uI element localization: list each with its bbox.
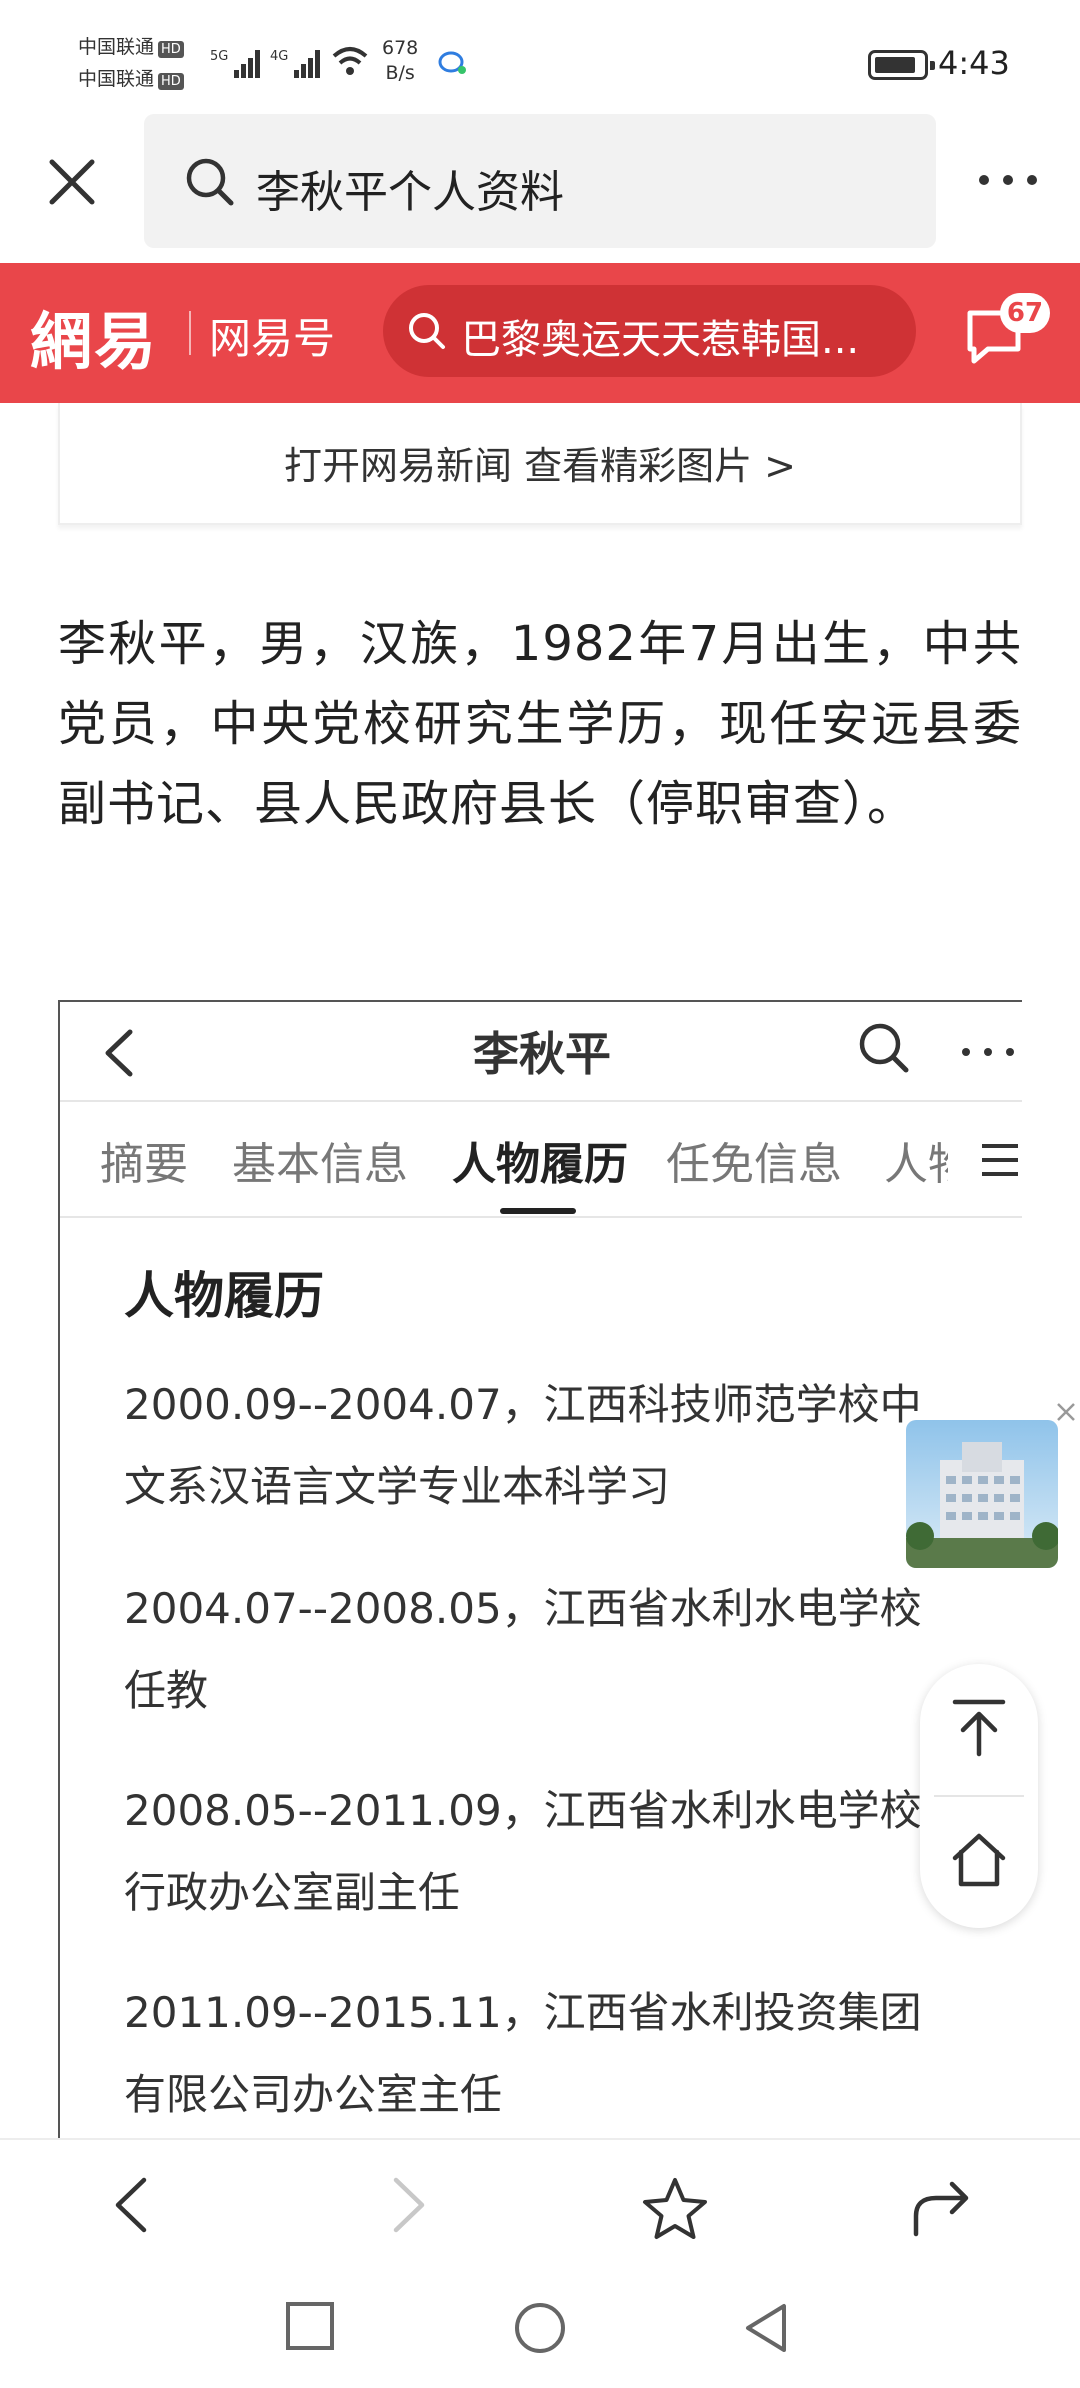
back-icon[interactable] (108, 2176, 156, 2234)
browser-bottom-nav (0, 2138, 1080, 2268)
search-icon (186, 158, 234, 206)
battery-icon (868, 50, 935, 80)
divider (189, 311, 191, 355)
embedded-screenshot[interactable]: 李秋平 摘要 基本信息 人物履历 任免信息 人物 人物履历 2000.09--2… (58, 1000, 1022, 2140)
netease-logo[interactable]: 網易 (30, 291, 158, 381)
search-icon (859, 1023, 909, 1073)
signal-4g-icon: 4G (270, 49, 320, 78)
network-speed: 678 B/s (382, 37, 419, 84)
forward-icon[interactable] (384, 2176, 432, 2234)
career-entry: 2004.07--2008.05，江西省水利水电学校 任教 (124, 1584, 922, 1715)
message-count-badge: 67 (1000, 293, 1050, 333)
star-icon[interactable] (640, 2176, 710, 2242)
floating-tools (920, 1664, 1038, 1928)
svg-text:5G: 5G (210, 49, 228, 64)
square-icon[interactable] (284, 2300, 336, 2352)
section-title: 人物履历 (124, 1267, 324, 1325)
active-tab-indicator (500, 1208, 576, 1214)
triangle-icon[interactable] (740, 2300, 792, 2356)
system-nav-bar (0, 2268, 1080, 2388)
open-app-text: 打开网易新闻 查看精彩图片 > (284, 444, 796, 488)
search-icon (409, 313, 445, 349)
status-bar: 中国联通 HD 中国联通 HD 5G 4G 678 B/s 4:43 (0, 0, 1080, 110)
carrier-2: 中国联通 HD (78, 68, 184, 90)
close-icon[interactable] (1052, 1398, 1080, 1426)
chat-status-icon (438, 51, 466, 74)
menu-icon (982, 1144, 1018, 1176)
tab-career: 人物履历 (452, 1139, 628, 1190)
home-icon[interactable] (949, 1828, 1009, 1892)
floating-ad-image[interactable] (906, 1420, 1058, 1568)
browser-toolbar: 李秋平个人资料 (0, 110, 1080, 262)
close-icon[interactable] (40, 150, 104, 214)
clock: 4:43 (938, 44, 1010, 82)
tab-basic-info: 基本信息 (232, 1139, 408, 1190)
hot-search-bar[interactable]: 巴黎奥运天天惹韩国... (383, 285, 916, 377)
career-entry: 2011.09--2015.11，江西省水利投资集团 有限公司办公室主任 (124, 1988, 922, 2119)
tab-more: 人物 (884, 1139, 948, 1190)
more-icon (962, 1048, 1014, 1056)
circle-icon[interactable] (512, 2300, 568, 2356)
signal-5g-icon: 5G (210, 49, 260, 78)
hot-search-text: 巴黎奥运天天惹韩国... (461, 317, 860, 363)
search-input[interactable]: 李秋平个人资料 (144, 114, 936, 248)
embedded-tabs: 摘要 基本信息 人物履历 任免信息 人物 (60, 1102, 1022, 1218)
tab-summary: 摘要 (100, 1139, 188, 1190)
carrier-1: 中国联通 HD (78, 36, 184, 58)
more-icon[interactable] (972, 160, 1044, 200)
netease-header: 網易 网易号 巴黎奥运天天惹韩国... 67 (0, 263, 1080, 403)
tab-appointment: 任免信息 (666, 1139, 842, 1190)
embedded-header: 李秋平 (60, 1002, 1022, 1102)
open-app-banner[interactable]: 打开网易新闻 查看精彩图片 > (58, 403, 1022, 525)
career-entry: 2000.09--2004.07，江西科技师范学校中 文系汉语言文学专业本科学习 (124, 1380, 922, 1511)
wifi-icon (332, 47, 368, 75)
career-entry: 2008.05--2011.09，江西省水利水电学校 行政办公室副主任 (124, 1786, 922, 1917)
share-icon[interactable] (910, 2176, 974, 2240)
channel-label[interactable]: 网易号 (209, 305, 335, 366)
scroll-top-icon[interactable] (949, 1696, 1009, 1760)
article-paragraph: 李秋平，男，汉族，1982年7月出生，中共党员，中央党校研究生学历，现任安远县委… (58, 616, 1022, 832)
svg-text:4G: 4G (270, 49, 288, 64)
search-query: 李秋平个人资料 (256, 167, 564, 218)
